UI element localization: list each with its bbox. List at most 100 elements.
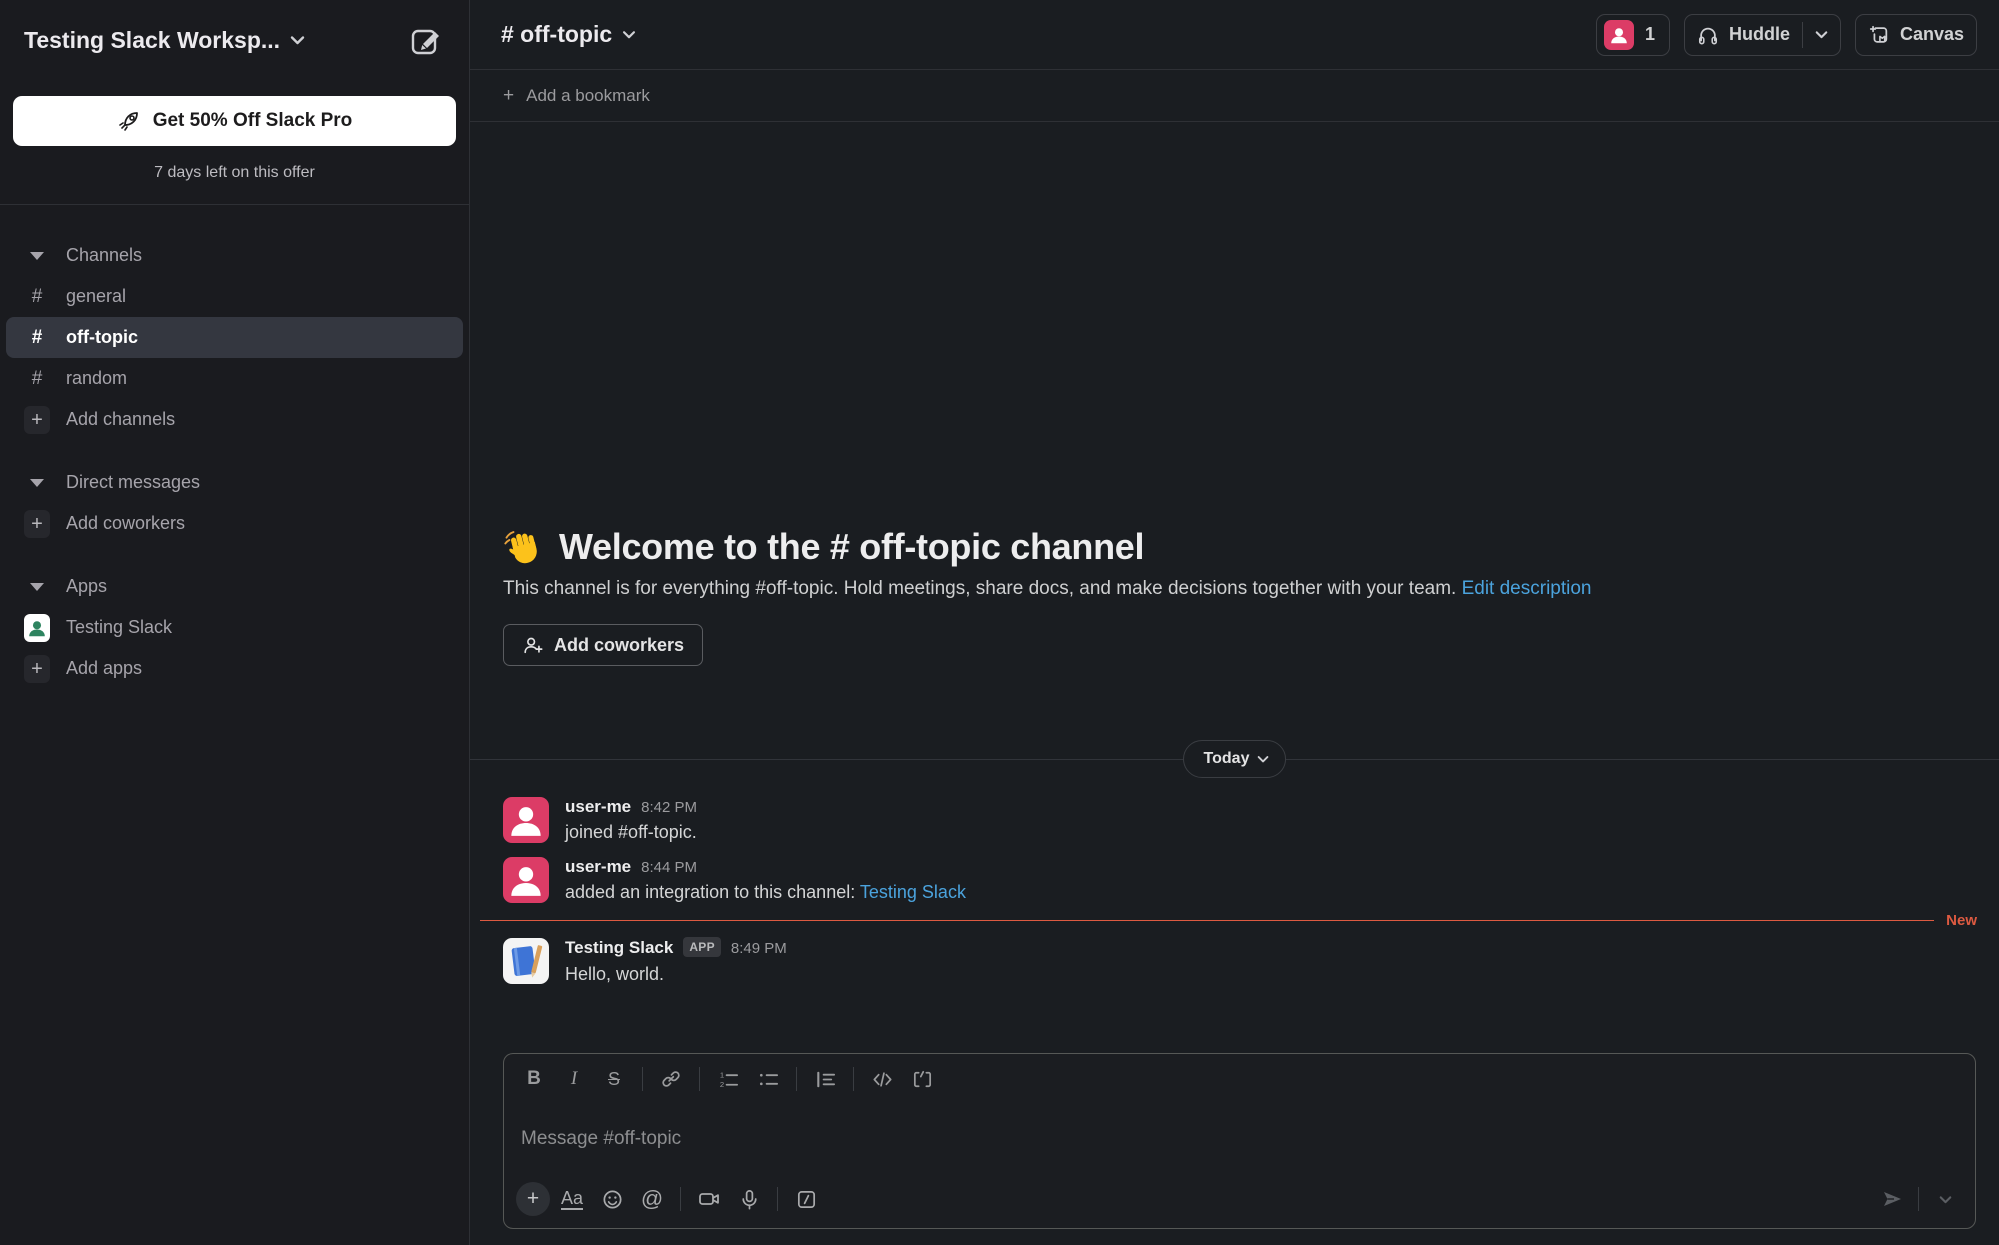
app-name: Testing Slack [66,617,172,638]
message-input[interactable] [521,1128,1958,1150]
channels-section-label: Channels [66,245,142,266]
message-composer: B I S 1 2 [503,1053,1976,1229]
add-coworkers-button[interactable]: Add coworkers [503,624,703,666]
channel-name: random [66,368,127,389]
notebook-icon [503,938,549,984]
add-channels-button[interactable]: + Add channels [6,399,463,440]
date-divider: Today [470,740,1999,778]
send-options-button[interactable] [1927,1182,1963,1216]
channel-title-button[interactable]: # off-topic [501,21,636,48]
huddle-options-button[interactable] [1803,30,1840,39]
code-button[interactable] [864,1062,900,1096]
audio-clip-button[interactable] [731,1182,767,1216]
toolbar-divider [642,1067,643,1091]
blockquote-button[interactable] [807,1062,843,1096]
chevron-down-icon [1815,30,1828,39]
apps-section-header[interactable]: Apps [6,566,463,607]
bulleted-list-icon [757,1068,780,1091]
send-controls [1874,1182,1963,1216]
chevron-down-icon [622,30,636,39]
attach-button[interactable]: + [516,1182,550,1216]
member-count: 1 [1645,24,1655,45]
app-avatar[interactable] [503,938,549,984]
add-bookmark-label: Add a bookmark [526,86,650,106]
message-username[interactable]: user-me [565,857,631,877]
member-avatar [1604,20,1634,50]
link-icon [660,1068,682,1090]
edit-description-link[interactable]: Edit description [1462,578,1592,599]
sidebar-item-channel-general[interactable]: # general [6,276,463,317]
aa-icon: Aa [561,1188,583,1211]
emoji-button[interactable] [594,1182,630,1216]
sidebar-item-channel-random[interactable]: # random [6,358,463,399]
canvas-button[interactable]: Canvas [1855,14,1977,56]
code-block-button[interactable] [904,1062,940,1096]
message-username[interactable]: Testing Slack [565,938,673,958]
message-text: Hello, world. [565,964,787,985]
canvas-label: Canvas [1900,24,1964,45]
person-icon [26,617,48,639]
code-icon [871,1068,894,1091]
italic-button[interactable]: I [556,1062,592,1096]
person-icon [1608,24,1630,46]
video-clip-button[interactable] [691,1182,727,1216]
mention-button[interactable]: @ [634,1182,670,1216]
add-channels-label: Add channels [66,409,175,430]
chevron-down-icon [1939,1195,1952,1204]
bold-button[interactable]: B [516,1062,552,1096]
dm-section-header[interactable]: Direct messages [6,462,463,503]
add-bookmark-button[interactable]: + Add a bookmark [470,70,1999,122]
ordered-list-button[interactable]: 1 2 [710,1062,746,1096]
shortcuts-button[interactable] [788,1182,824,1216]
message-timestamp[interactable]: 8:49 PM [731,940,787,957]
channel-name: off-topic [66,327,138,348]
link-button[interactable] [653,1062,689,1096]
upgrade-pro-button[interactable]: Get 50% Off Slack Pro [13,96,456,146]
send-button[interactable] [1874,1182,1910,1216]
message-pane[interactable]: Welcome to the # off-topic channel This … [470,122,1999,1047]
rocket-icon [117,109,141,133]
new-messages-divider: New [470,910,1999,931]
message-row[interactable]: user-me 8:44 PM added an integration to … [470,850,1999,910]
message-timestamp[interactable]: 8:44 PM [641,859,697,876]
workspace-switcher[interactable]: Testing Slack Worksp... [24,27,305,54]
section-collapse-icon [30,252,44,260]
message-timestamp[interactable]: 8:42 PM [641,799,697,816]
formatting-toggle-button[interactable]: Aa [554,1182,590,1216]
message-list: user-me 8:42 PM joined #off-topic. [470,790,1999,992]
person-add-icon [522,634,544,656]
wave-emoji-icon [503,526,545,568]
person-icon [506,800,546,840]
slack-app: Testing Slack Worksp... Get 50% Off Slac… [0,0,1999,1245]
bulleted-list-button[interactable] [750,1062,786,1096]
integration-link[interactable]: Testing Slack [860,882,966,902]
add-apps-button[interactable]: + Add apps [6,648,463,689]
message-row[interactable]: Testing Slack APP 8:49 PM Hello, world. [470,931,1999,992]
date-divider-button[interactable]: Today [1183,740,1287,778]
sidebar-item-app-testing-slack[interactable]: Testing Slack [6,607,463,648]
toolbar-divider [680,1187,681,1211]
add-coworkers-sidebar-button[interactable]: + Add coworkers [6,503,463,544]
message-username[interactable]: user-me [565,797,631,817]
new-message-button[interactable] [403,17,449,63]
strikethrough-button[interactable]: S [596,1062,632,1096]
message-text-part: added an integration to this channel: [565,882,860,902]
user-avatar[interactable] [503,797,549,843]
message-text: added an integration to this channel: Te… [565,882,966,903]
header-actions: 1 Huddle [1596,14,1977,56]
formatting-toolbar: B I S 1 2 [504,1054,1975,1096]
canvas-icon [1868,24,1890,46]
channels-section-header[interactable]: Channels [6,235,463,276]
toolbar-divider [699,1067,700,1091]
svg-text:1: 1 [719,1070,723,1079]
composer-input-row [504,1096,1975,1182]
member-count-button[interactable]: 1 [1596,14,1670,56]
ordered-list-icon: 1 2 [717,1068,740,1091]
plus-icon: + [24,510,50,538]
message-row[interactable]: user-me 8:42 PM joined #off-topic. [470,790,1999,850]
hash-icon: # [24,368,50,390]
huddle-button[interactable]: Huddle [1684,14,1841,56]
user-avatar[interactable] [503,857,549,903]
upgrade-pro-label: Get 50% Off Slack Pro [153,110,353,132]
sidebar-item-channel-off-topic[interactable]: # off-topic [6,317,463,358]
